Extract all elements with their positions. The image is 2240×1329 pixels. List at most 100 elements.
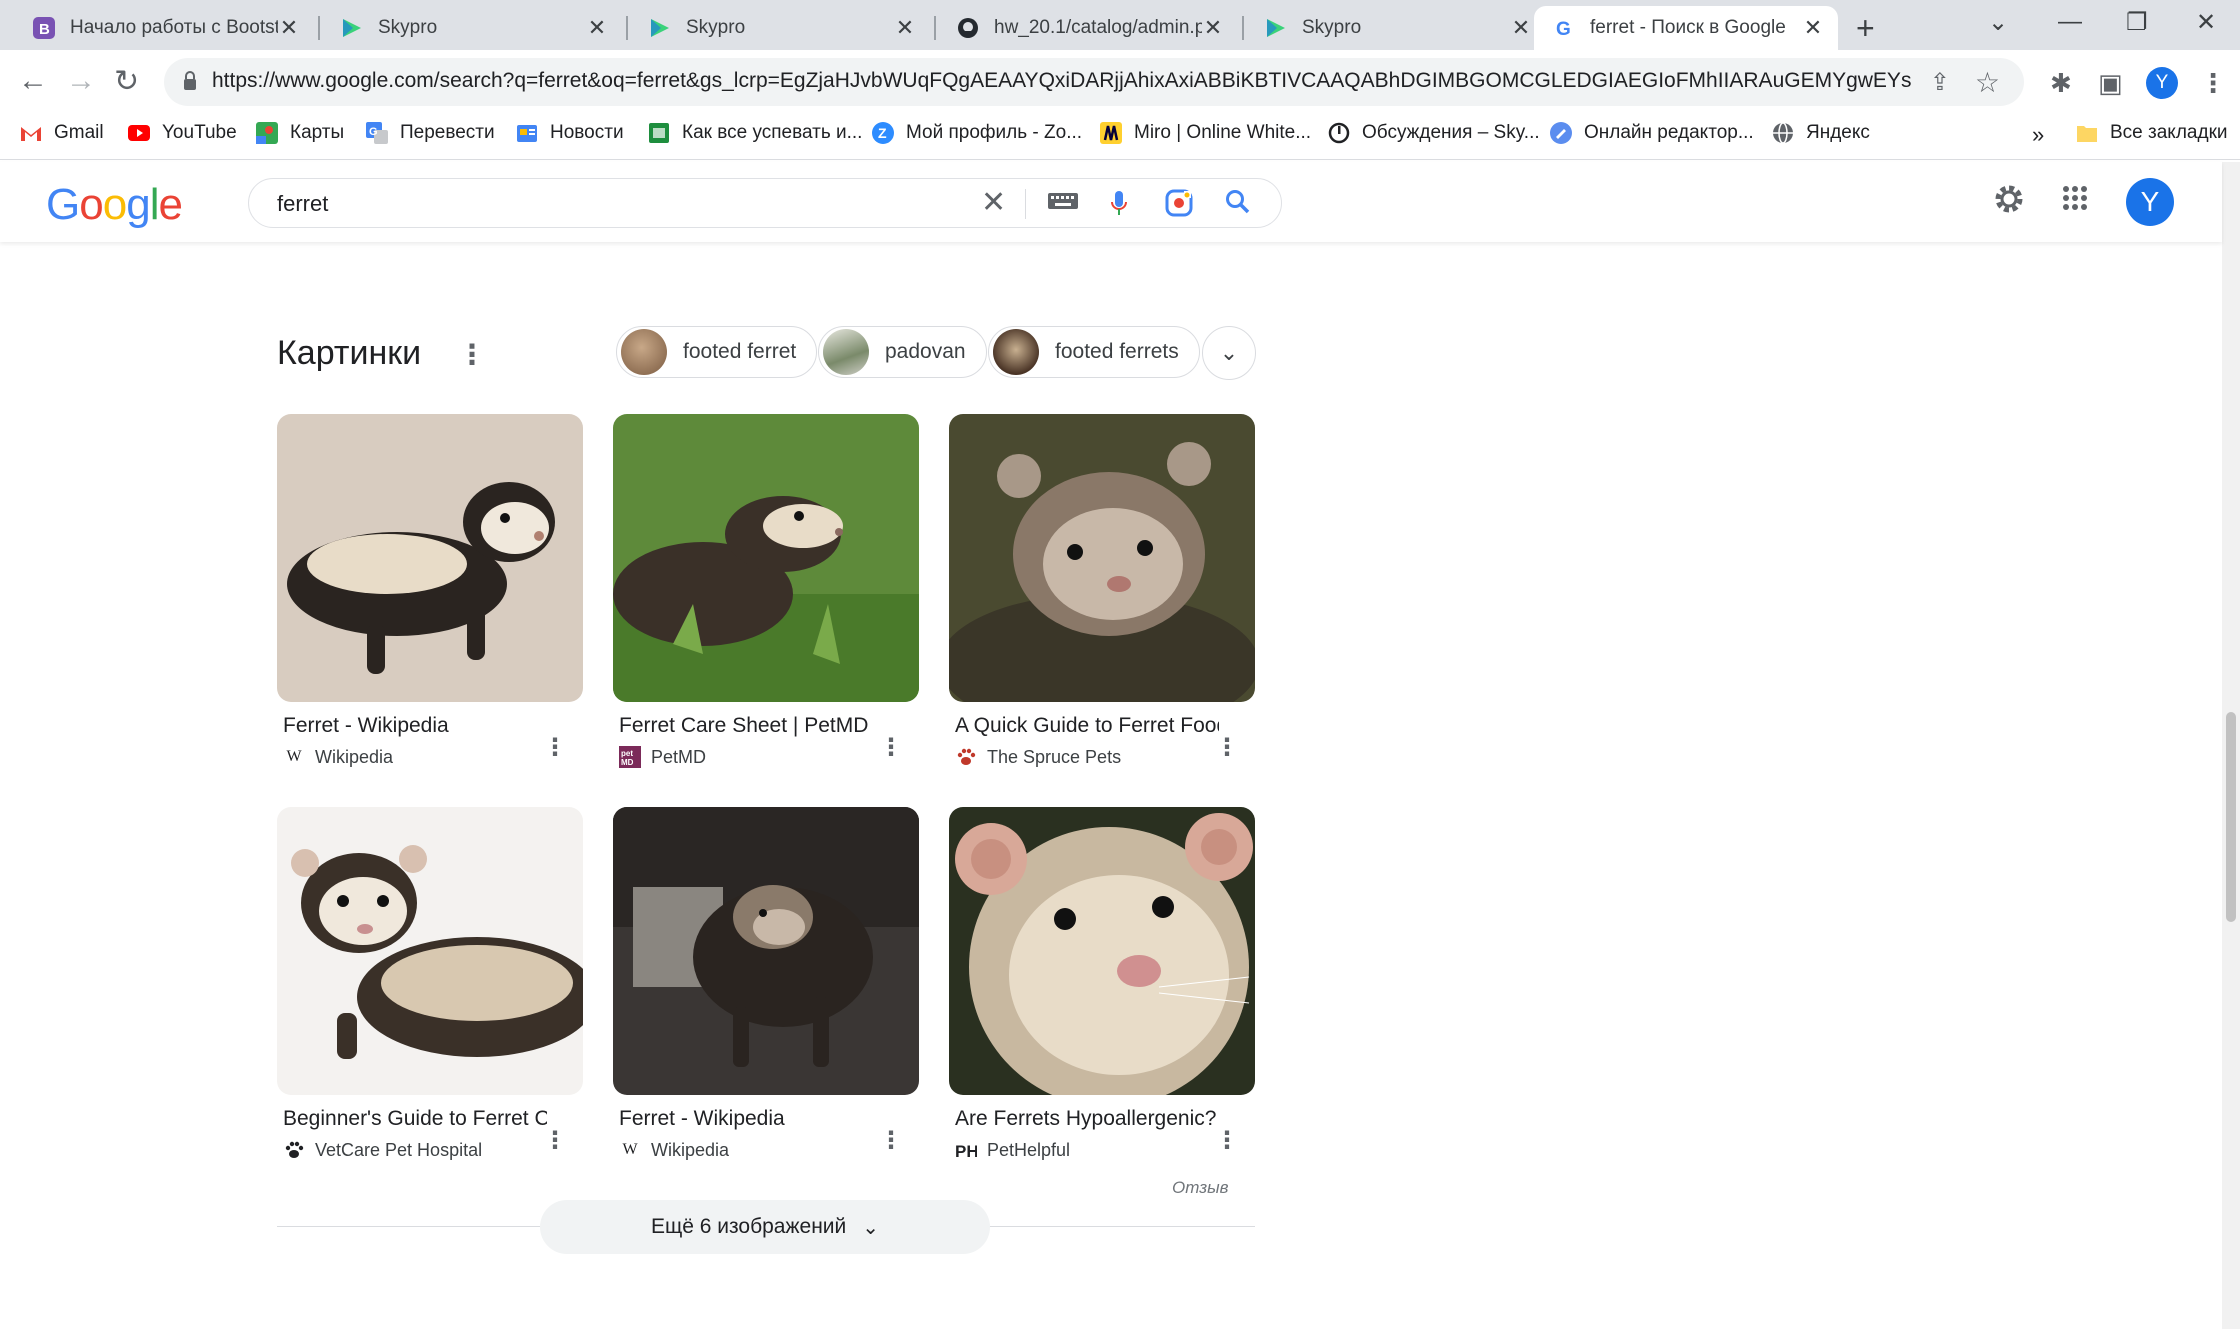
chip-padovan[interactable]: padovan bbox=[818, 326, 987, 378]
section-menu-kebab-icon[interactable]: ⋮ bbox=[458, 338, 486, 371]
bookmark-youtube[interactable]: YouTube bbox=[128, 122, 237, 144]
bookmark-editor[interactable]: Онлайн редактор... bbox=[1550, 122, 1754, 144]
result-source[interactable]: W Wikipedia bbox=[613, 1139, 919, 1161]
more-options-kebab-icon[interactable]: ⋮ bbox=[1215, 733, 1239, 762]
browser-tabstrip: B Начало работы с Bootstr ✕ Skypro ✕ Sky… bbox=[0, 0, 2240, 50]
browser-tab[interactable]: hw_20.1/catalog/admin.p ✕ bbox=[938, 6, 1238, 50]
more-options-kebab-icon[interactable]: ⋮ bbox=[543, 1126, 567, 1155]
image-result[interactable]: Beginner's Guide to Ferret Ca... VetCare… bbox=[277, 807, 583, 1161]
reload-icon[interactable]: ↻ bbox=[114, 64, 139, 99]
clear-icon[interactable]: ✕ bbox=[981, 185, 1006, 220]
more-options-kebab-icon[interactable]: ⋮ bbox=[879, 733, 903, 762]
menu-kebab-icon[interactable]: ⋮ bbox=[2200, 68, 2226, 99]
section-title: Картинки bbox=[277, 334, 422, 372]
more-options-kebab-icon[interactable]: ⋮ bbox=[879, 1126, 903, 1155]
result-title[interactable]: Are Ferrets Hypoallergenic? ... bbox=[949, 1107, 1219, 1131]
chevron-down-icon[interactable]: ⌄ bbox=[1202, 326, 1256, 380]
more-options-kebab-icon[interactable]: ⋮ bbox=[1215, 1126, 1239, 1155]
browser-tab[interactable]: Skypro ✕ bbox=[322, 6, 622, 50]
image-result[interactable]: Ferret - Wikipedia W Wikipedia ⋮ bbox=[277, 414, 583, 768]
extensions-icon[interactable]: ✱ bbox=[2050, 68, 2072, 99]
result-source[interactable]: pet MD PetMD bbox=[613, 746, 919, 768]
bookmark-discussions[interactable]: Обсуждения – Sky... bbox=[1328, 122, 1540, 144]
close-icon[interactable]: ✕ bbox=[1202, 15, 1224, 41]
result-source[interactable]: The Spruce Pets bbox=[949, 746, 1255, 768]
bookmark-miro[interactable]: Miro | Online White... bbox=[1100, 122, 1311, 144]
close-icon[interactable]: ✕ bbox=[894, 15, 916, 41]
result-title[interactable]: A Quick Guide to Ferret Food... bbox=[949, 714, 1219, 738]
chip-footed-ferrets[interactable]: footed ferrets bbox=[988, 326, 1200, 378]
keyboard-icon[interactable] bbox=[1047, 189, 1079, 220]
result-image[interactable] bbox=[949, 807, 1255, 1095]
feedback-link[interactable]: Отзыв bbox=[1172, 1178, 1228, 1198]
more-images-button[interactable]: Ещё 6 изображений ⌄ bbox=[540, 1200, 990, 1254]
image-result[interactable]: Are Ferrets Hypoallergenic? ... PH PetHe… bbox=[949, 807, 1255, 1161]
browser-tab[interactable]: Skypro ✕ bbox=[630, 6, 930, 50]
apps-grid-icon[interactable] bbox=[2062, 182, 2088, 219]
search-box[interactable]: ferret ✕ bbox=[248, 178, 1282, 228]
result-image[interactable] bbox=[613, 414, 919, 702]
bookmark-zoom[interactable]: Z Мой профиль - Zo... bbox=[872, 122, 1082, 144]
result-title[interactable]: Ferret - Wikipedia bbox=[277, 714, 547, 738]
chip-label: footed ferret bbox=[683, 340, 797, 363]
scrollbar[interactable] bbox=[2222, 162, 2240, 1329]
bookmark-folder[interactable]: Как все успевать и... bbox=[648, 122, 862, 144]
share-icon[interactable]: ⇪ bbox=[1930, 68, 1950, 97]
search-icon[interactable] bbox=[1225, 189, 1251, 222]
image-result[interactable]: Ferret - Wikipedia W Wikipedia ⋮ bbox=[613, 807, 919, 1161]
minimize-icon[interactable]: — bbox=[2058, 8, 2082, 36]
result-title[interactable]: Ferret Care Sheet | PetMD bbox=[613, 714, 883, 738]
restore-icon[interactable]: ❐ bbox=[2126, 8, 2148, 37]
result-image[interactable] bbox=[277, 414, 583, 702]
lens-icon[interactable] bbox=[1165, 189, 1193, 224]
result-image[interactable] bbox=[949, 414, 1255, 702]
bookmark-news[interactable]: Новости bbox=[516, 122, 624, 144]
more-bookmarks-chevron-icon[interactable]: » bbox=[2032, 122, 2044, 148]
side-panel-icon[interactable]: ▣ bbox=[2098, 68, 2123, 99]
browser-tab[interactable]: Skypro ✕ bbox=[1246, 6, 1546, 50]
bookmark-maps[interactable]: Карты bbox=[256, 122, 344, 144]
tab-divider bbox=[318, 16, 320, 40]
svg-text:pet: pet bbox=[621, 749, 633, 758]
close-icon[interactable]: ✕ bbox=[278, 15, 300, 41]
window-close-icon[interactable]: ✕ bbox=[2196, 8, 2216, 37]
browser-tab[interactable]: B Начало работы с Bootstr ✕ bbox=[14, 6, 314, 50]
more-options-kebab-icon[interactable]: ⋮ bbox=[543, 733, 567, 762]
bookmark-yandex[interactable]: Яндекс bbox=[1772, 122, 1870, 144]
bookmark-label: Яндекс bbox=[1806, 122, 1870, 143]
bookmark-label: YouTube bbox=[162, 122, 237, 143]
lock-icon[interactable] bbox=[182, 70, 198, 97]
url-text[interactable]: https://www.google.com/search?q=ferret&o… bbox=[212, 69, 1912, 93]
all-bookmarks[interactable]: Все закладки bbox=[2076, 122, 2228, 144]
close-icon[interactable]: ✕ bbox=[1802, 15, 1824, 41]
forward-icon[interactable]: → bbox=[66, 64, 96, 98]
back-icon[interactable]: ← bbox=[18, 64, 48, 98]
search-input[interactable]: ferret bbox=[277, 191, 328, 217]
settings-gear-icon[interactable] bbox=[1992, 182, 2026, 224]
result-image[interactable] bbox=[613, 807, 919, 1095]
scrollbar-thumb[interactable] bbox=[2226, 712, 2236, 922]
browser-tab-active[interactable]: G ferret - Поиск в Google ✕ bbox=[1534, 6, 1838, 50]
chip-footed-ferret[interactable]: footed ferret bbox=[616, 326, 818, 378]
result-source[interactable]: VetCare Pet Hospital bbox=[277, 1139, 583, 1161]
new-tab-icon[interactable]: + bbox=[1856, 10, 1875, 47]
result-image[interactable] bbox=[277, 807, 583, 1095]
chip-thumbnail bbox=[993, 329, 1039, 375]
bookmark-gmail[interactable]: Gmail bbox=[20, 122, 104, 144]
result-source[interactable]: W Wikipedia bbox=[277, 746, 583, 768]
result-title[interactable]: Ferret - Wikipedia bbox=[613, 1107, 883, 1131]
avatar[interactable]: Y bbox=[2126, 178, 2174, 226]
image-result[interactable]: A Quick Guide to Ferret Food... The Spru… bbox=[949, 414, 1255, 768]
result-title[interactable]: Beginner's Guide to Ferret Ca... bbox=[277, 1107, 547, 1131]
address-bar[interactable]: https://www.google.com/search?q=ferret&o… bbox=[164, 58, 2024, 106]
result-source[interactable]: PH PetHelpful bbox=[949, 1139, 1255, 1161]
microphone-icon[interactable] bbox=[1109, 189, 1129, 226]
close-icon[interactable]: ✕ bbox=[586, 15, 608, 41]
tab-search-chevron-icon[interactable]: ⌄ bbox=[1988, 8, 2008, 37]
bookmark-star-icon[interactable]: ☆ bbox=[1975, 66, 2000, 99]
image-result[interactable]: Ferret Care Sheet | PetMD pet MD PetMD ⋮ bbox=[613, 414, 919, 768]
google-logo[interactable]: Google bbox=[46, 180, 183, 230]
close-icon[interactable]: ✕ bbox=[1510, 15, 1532, 41]
bookmark-translate[interactable]: G Перевести bbox=[366, 122, 495, 144]
avatar[interactable]: Y bbox=[2146, 67, 2178, 99]
